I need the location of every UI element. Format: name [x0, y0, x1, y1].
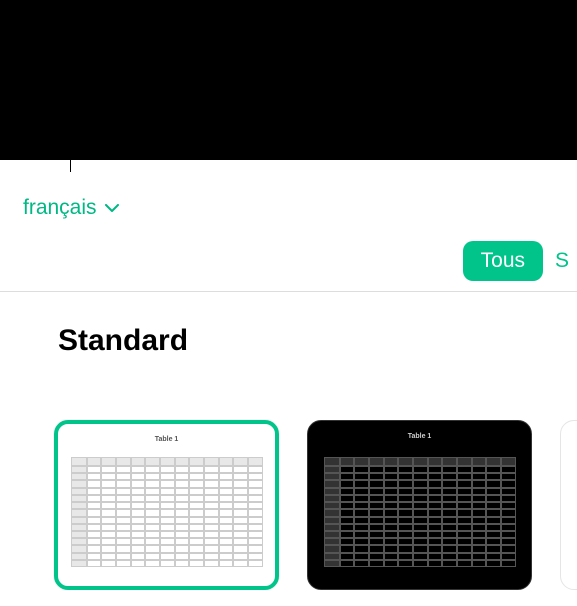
templates-row: Table 1 Table 1 — [0, 358, 577, 590]
section-heading-standard: Standard — [0, 292, 577, 358]
spreadsheet-grid-icon — [71, 457, 263, 567]
chevron-down-icon — [105, 204, 119, 213]
template-chooser-panel: français Tous S Standard Table 1 Table 1 — [0, 160, 577, 606]
annotation-callout-line — [70, 118, 71, 172]
filter-all-button[interactable]: Tous — [463, 241, 543, 281]
language-label: français — [23, 196, 97, 220]
window-top-blackspace — [0, 0, 577, 160]
template-card-blank-light[interactable]: Table 1 — [54, 420, 279, 590]
filter-next-partial[interactable]: S — [555, 249, 569, 273]
template-card-partial[interactable] — [560, 420, 577, 590]
filter-tabs-row: Tous S — [0, 230, 577, 292]
spreadsheet-grid-icon — [324, 457, 516, 567]
language-row: français — [0, 160, 577, 230]
language-selector[interactable]: français — [23, 196, 119, 220]
template-thumb-title: Table 1 — [155, 436, 179, 443]
template-card-blank-dark[interactable]: Table 1 — [307, 420, 532, 590]
template-thumb-title: Table 1 — [408, 433, 432, 440]
